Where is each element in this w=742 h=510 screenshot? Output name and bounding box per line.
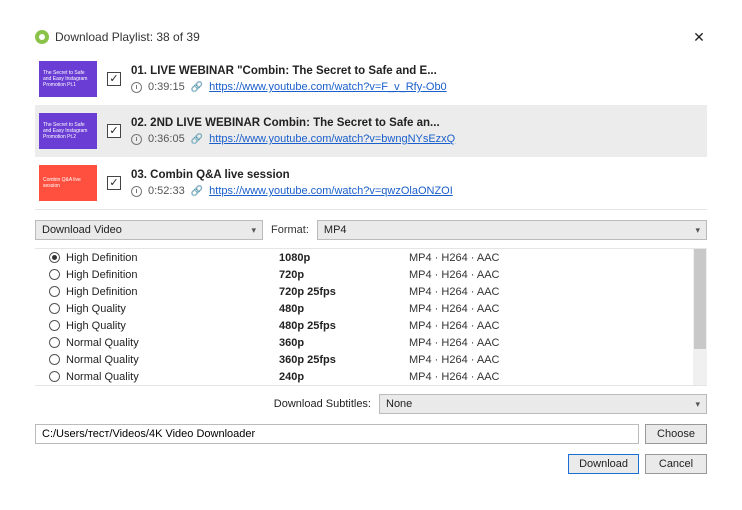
clock-icon [131, 134, 142, 145]
clock-icon [131, 82, 142, 93]
link-icon: 🔗 [191, 82, 203, 93]
chevron-down-icon: ▾ [695, 399, 700, 410]
format-resolution: 720p [279, 269, 409, 281]
format-codec: MP4 · H264 · AAC [409, 371, 499, 383]
format-codec: MP4 · H264 · AAC [409, 269, 499, 281]
format-resolution: 720p 25fps [279, 286, 409, 298]
radio-button[interactable] [49, 269, 60, 280]
playlist-list: The Secret to Safe and Easy Instagram Pr… [35, 53, 707, 210]
format-option[interactable]: High Definition 1080p MP4 · H264 · AAC [35, 249, 707, 266]
video-info: 02. 2ND LIVE WEBINAR Combin: The Secret … [131, 117, 455, 145]
scrollbar[interactable] [693, 249, 707, 385]
format-resolution: 360p [279, 337, 409, 349]
format-option[interactable]: High Quality 480p MP4 · H264 · AAC [35, 300, 707, 317]
format-codec: MP4 · H264 · AAC [409, 354, 499, 366]
radio-button[interactable] [49, 320, 60, 331]
video-url-link[interactable]: https://www.youtube.com/watch?v=F_v_Rfy-… [209, 81, 447, 93]
video-title: 01. LIVE WEBINAR "Combin: The Secret to … [131, 65, 447, 77]
format-quality: Normal Quality [66, 354, 139, 366]
checkbox[interactable]: ✓ [107, 176, 121, 190]
format-quality: High Quality [66, 303, 126, 315]
format-resolution: 360p 25fps [279, 354, 409, 366]
radio-button[interactable] [49, 286, 60, 297]
format-quality: High Definition [66, 252, 138, 264]
format-option[interactable]: High Definition 720p MP4 · H264 · AAC [35, 266, 707, 283]
format-option[interactable]: High Definition 720p 25fps MP4 · H264 · … [35, 283, 707, 300]
format-option[interactable]: High Quality 480p 25fps MP4 · H264 · AAC [35, 317, 707, 334]
chevron-down-icon: ▾ [251, 225, 256, 236]
format-select-value: MP4 [324, 224, 347, 236]
format-resolution: 1080p [279, 252, 409, 264]
video-url-link[interactable]: https://www.youtube.com/watch?v=qwzOlaON… [209, 185, 453, 197]
format-resolution: 240p [279, 371, 409, 383]
subtitles-select-value: None [386, 398, 412, 410]
clock-icon [131, 186, 142, 197]
format-resolution: 480p [279, 303, 409, 315]
radio-button[interactable] [49, 371, 60, 382]
radio-button[interactable] [49, 252, 60, 263]
video-title: 03. Combin Q&A live session [131, 169, 453, 181]
app-icon [35, 30, 49, 44]
download-playlist-dialog: Download Playlist: 38 of 39 ✕ The Secret… [0, 0, 742, 510]
video-info: 03. Combin Q&A live session 0:52:33 🔗 ht… [131, 169, 453, 197]
window-title: Download Playlist: 38 of 39 [55, 30, 200, 44]
video-info: 01. LIVE WEBINAR "Combin: The Secret to … [131, 65, 447, 93]
format-quality: High Quality [66, 320, 126, 332]
playlist-item[interactable]: The Secret to Safe and Easy Instagram Pr… [35, 105, 707, 157]
format-option[interactable]: Normal Quality 360p MP4 · H264 · AAC [35, 334, 707, 351]
format-select[interactable]: MP4 ▾ [317, 220, 707, 240]
format-quality: Normal Quality [66, 337, 139, 349]
playlist-item[interactable]: The Secret to Safe and Easy Instagram Pr… [35, 53, 707, 105]
radio-button[interactable] [49, 303, 60, 314]
chevron-down-icon: ▾ [695, 225, 700, 236]
playlist-item[interactable]: Combin Q&A live session ✓ 03. Combin Q&A… [35, 157, 707, 209]
format-codec: MP4 · H264 · AAC [409, 337, 499, 349]
choose-button[interactable]: Choose [645, 424, 707, 444]
title-bar: Download Playlist: 38 of 39 ✕ [35, 29, 707, 53]
format-option[interactable]: Normal Quality 360p 25fps MP4 · H264 · A… [35, 351, 707, 368]
controls-section: Download Video ▾ Format: MP4 ▾ High Defi… [35, 210, 707, 474]
video-duration: 0:39:15 [148, 81, 185, 93]
format-quality: High Definition [66, 269, 138, 281]
video-thumbnail: The Secret to Safe and Easy Instagram Pr… [39, 113, 97, 149]
radio-button[interactable] [49, 354, 60, 365]
video-duration: 0:36:05 [148, 133, 185, 145]
save-path-input[interactable] [35, 424, 639, 444]
subtitles-select[interactable]: None ▾ [379, 394, 707, 414]
link-icon: 🔗 [191, 186, 203, 197]
format-quality: Normal Quality [66, 371, 139, 383]
checkbox[interactable]: ✓ [107, 124, 121, 138]
video-url-link[interactable]: https://www.youtube.com/watch?v=bwngNYsE… [209, 133, 455, 145]
video-duration: 0:52:33 [148, 185, 185, 197]
video-thumbnail: The Secret to Safe and Easy Instagram Pr… [39, 61, 97, 97]
format-codec: MP4 · H264 · AAC [409, 286, 499, 298]
scrollbar-thumb[interactable] [694, 249, 706, 349]
format-label: Format: [271, 224, 309, 236]
video-title: 02. 2ND LIVE WEBINAR Combin: The Secret … [131, 117, 455, 129]
format-quality: High Definition [66, 286, 138, 298]
format-codec: MP4 · H264 · AAC [409, 303, 499, 315]
download-button[interactable]: Download [568, 454, 639, 474]
close-icon[interactable]: ✕ [691, 29, 707, 45]
format-options-list: High Definition 1080p MP4 · H264 · AAC H… [35, 248, 707, 386]
format-resolution: 480p 25fps [279, 320, 409, 332]
action-select[interactable]: Download Video ▾ [35, 220, 263, 240]
format-codec: MP4 · H264 · AAC [409, 320, 499, 332]
format-option[interactable]: Normal Quality 240p MP4 · H264 · AAC [35, 368, 707, 385]
action-select-value: Download Video [42, 224, 122, 236]
radio-button[interactable] [49, 337, 60, 348]
video-thumbnail: Combin Q&A live session [39, 165, 97, 201]
format-codec: MP4 · H264 · AAC [409, 252, 499, 264]
link-icon: 🔗 [191, 134, 203, 145]
checkbox[interactable]: ✓ [107, 72, 121, 86]
subtitles-label: Download Subtitles: [261, 398, 371, 410]
cancel-button[interactable]: Cancel [645, 454, 707, 474]
